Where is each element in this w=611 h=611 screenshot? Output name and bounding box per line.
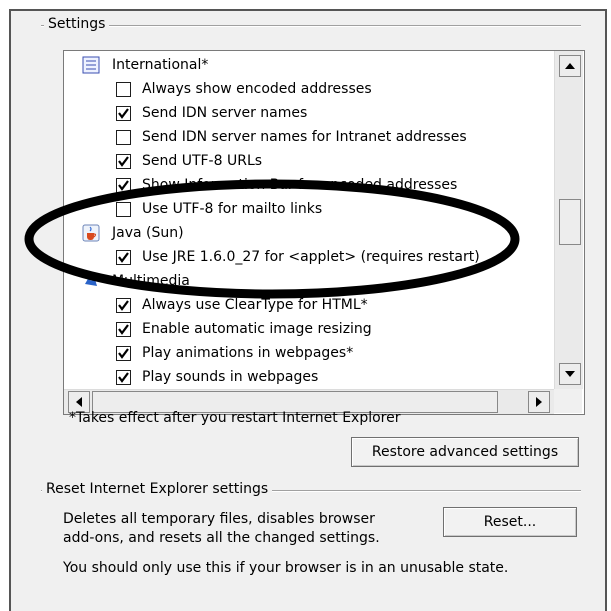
- advanced-settings-tree[interactable]: International* Always show encoded addres…: [63, 50, 585, 415]
- tree-option[interactable]: Always show encoded addresses: [64, 77, 554, 101]
- document-icon: [82, 56, 100, 74]
- checkbox-checked[interactable]: [116, 322, 131, 337]
- tree-option[interactable]: Send IDN server names: [64, 101, 554, 125]
- reset-button[interactable]: Reset...: [443, 507, 577, 537]
- settings-group-label: Settings: [44, 16, 110, 32]
- reset-warning: You should only use this if your browser…: [63, 560, 509, 576]
- vertical-scrollbar[interactable]: [554, 51, 583, 389]
- scrollbar-corner: [554, 389, 582, 413]
- option-label: Enable automatic image resizing: [142, 321, 372, 337]
- java-cup-icon: [82, 224, 100, 242]
- checkbox-unchecked[interactable]: [116, 82, 131, 97]
- option-label: Send IDN server names: [142, 105, 308, 121]
- category-label: Multimedia: [112, 273, 190, 289]
- reset-group-label: Reset Internet Explorer settings: [42, 481, 273, 497]
- option-label: Use UTF-8 for mailto links: [142, 201, 323, 217]
- checkbox-unchecked[interactable]: [116, 202, 131, 217]
- tree-option[interactable]: Play sounds in webpages: [64, 365, 554, 389]
- checkbox-checked[interactable]: [116, 106, 131, 121]
- checkbox-checked[interactable]: [116, 250, 131, 265]
- tree-option[interactable]: Use JRE 1.6.0_27 for <applet> (requires …: [64, 245, 554, 269]
- restore-button-label: Restore advanced settings: [371, 444, 559, 460]
- tree-option[interactable]: Enable automatic image resizing: [64, 317, 554, 341]
- arrow-down-icon: [565, 371, 575, 377]
- tree-category: International*: [64, 53, 554, 77]
- dialog-frame: Settings International* Always show encod…: [9, 9, 607, 611]
- scroll-down-button[interactable]: [559, 363, 581, 385]
- checkbox-checked[interactable]: [116, 178, 131, 193]
- option-label: Use JRE 1.6.0_27 for <applet> (requires …: [142, 249, 480, 265]
- option-label: Show Information Bar for encoded address…: [142, 177, 458, 193]
- option-label: Always show encoded addresses: [142, 81, 372, 97]
- option-label: Play sounds in webpages: [142, 369, 319, 385]
- restart-note: *Takes effect after you restart Internet…: [69, 410, 401, 426]
- option-label: Send UTF-8 URLs: [142, 153, 263, 169]
- arrow-up-icon: [565, 63, 575, 69]
- category-label: International*: [112, 57, 209, 73]
- arrow-left-icon: [76, 397, 82, 407]
- settings-group-border: [41, 25, 581, 27]
- scroll-thumb[interactable]: [559, 199, 581, 245]
- tree-option[interactable]: Send UTF-8 URLs: [64, 149, 554, 173]
- scroll-right-button[interactable]: [528, 391, 550, 413]
- reset-button-label: Reset...: [483, 514, 537, 530]
- checkbox-unchecked[interactable]: [116, 130, 131, 145]
- option-label: Play animations in webpages*: [142, 345, 354, 361]
- reset-description-line2: add-ons, and resets all the changed sett…: [63, 530, 380, 546]
- tree-option[interactable]: Use UTF-8 for mailto links: [64, 197, 554, 221]
- scroll-up-button[interactable]: [559, 55, 581, 77]
- tree-option[interactable]: Show Information Bar for encoded address…: [64, 173, 554, 197]
- checkbox-checked[interactable]: [116, 370, 131, 385]
- tree-option[interactable]: Play animations in webpages*: [64, 341, 554, 365]
- tree-category: Java (Sun): [64, 221, 554, 245]
- tree-category: Multimedia: [64, 269, 554, 293]
- category-label: Java (Sun): [112, 225, 184, 241]
- option-label: Always use ClearType for HTML*: [142, 297, 368, 313]
- tree-option[interactable]: Send IDN server names for Intranet addre…: [64, 125, 554, 149]
- multimedia-icon: [82, 272, 100, 290]
- arrow-right-icon: [536, 397, 542, 407]
- checkbox-checked[interactable]: [116, 298, 131, 313]
- tree-option[interactable]: Always use ClearType for HTML*: [64, 293, 554, 317]
- option-label: Send IDN server names for Intranet addre…: [142, 129, 467, 145]
- checkbox-checked[interactable]: [116, 346, 131, 361]
- reset-description-line1: Deletes all temporary files, disables br…: [63, 511, 375, 527]
- checkbox-checked[interactable]: [116, 154, 131, 169]
- restore-advanced-settings-button[interactable]: Restore advanced settings: [351, 437, 579, 467]
